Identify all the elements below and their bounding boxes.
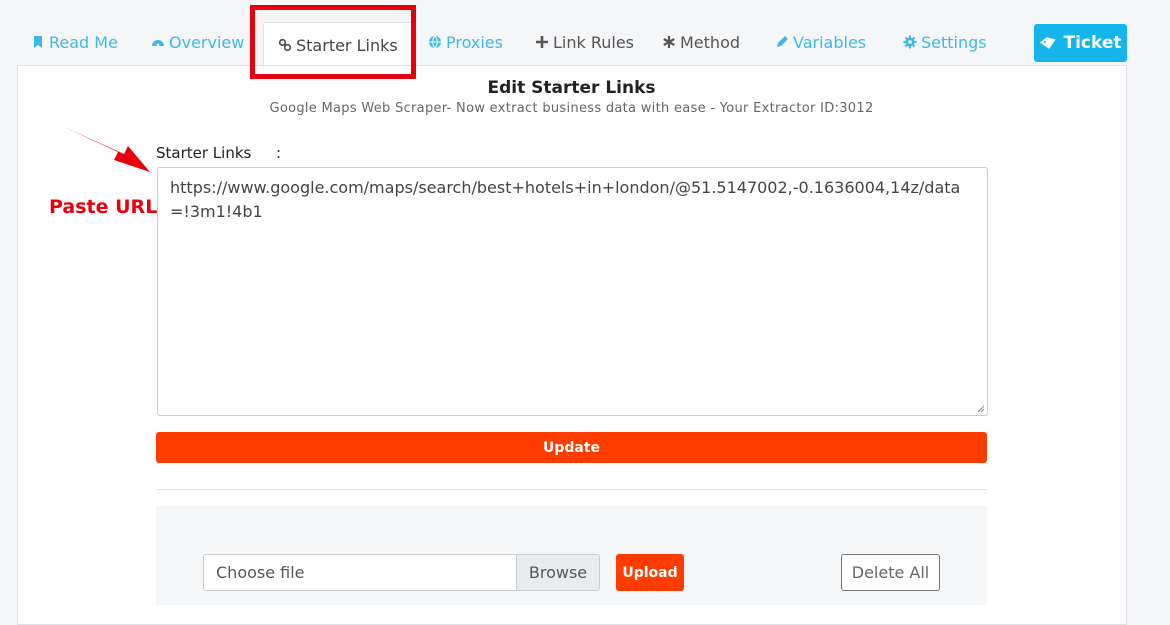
tab-starter-links-label: Starter Links (296, 35, 398, 55)
ticket-button[interactable]: Ticket (1034, 24, 1127, 62)
tab-proxies[interactable]: Proxies (428, 22, 503, 62)
gear-icon (903, 35, 917, 49)
tab-read-me[interactable]: Read Me (31, 22, 118, 62)
tab-overview-label: Overview (169, 32, 245, 52)
pencil-icon (777, 36, 788, 47)
globe-icon (429, 35, 441, 49)
page-title: Edit Starter Links (487, 78, 656, 98)
delete-all-button[interactable]: Delete All (841, 554, 940, 591)
resize-grip-icon[interactable] (977, 405, 985, 413)
bookmark-icon (34, 36, 42, 48)
file-input-placeholder: Choose file (216, 563, 305, 582)
tab-variables[interactable]: Variables (775, 22, 866, 62)
file-input[interactable]: Choose file Browse (203, 554, 600, 591)
tab-settings[interactable]: Settings (903, 22, 987, 62)
tab-starter-links[interactable]: Starter Links (263, 22, 413, 67)
tab-link-rules[interactable]: Link Rules (535, 22, 634, 62)
starter-links-textarea[interactable]: https://www.google.com/maps/search/best+… (157, 167, 988, 416)
starter-links-value: https://www.google.com/maps/search/best+… (170, 178, 961, 221)
paste-url-annotation: Paste URL (49, 196, 158, 218)
tab-settings-label: Settings (921, 32, 987, 52)
tab-read-me-label: Read Me (49, 32, 118, 52)
update-button-label: Update (542, 439, 601, 456)
tab-overview[interactable]: Overview (151, 22, 244, 62)
delete-all-button-label: Delete All (851, 563, 930, 582)
upload-button[interactable]: Upload (616, 554, 684, 591)
ticket-icon (1040, 37, 1057, 49)
update-button[interactable]: Update (156, 432, 987, 463)
browse-button[interactable]: Browse (516, 555, 599, 590)
starter-links-label: Starter Links (156, 144, 252, 162)
tab-method-label: Method (680, 32, 741, 52)
divider (156, 489, 987, 490)
tab-bar: Read Me Overview Starter Links Proxies L… (0, 0, 1170, 67)
tab-method[interactable]: Method (662, 22, 740, 62)
link-icon (278, 38, 292, 52)
tab-variables-label: Variables (793, 32, 867, 52)
arrow-annotation-icon (62, 126, 150, 172)
dashboard-icon (152, 40, 164, 47)
plus-icon (536, 36, 548, 48)
asterisk-icon (663, 36, 675, 48)
starter-links-colon: : (276, 144, 282, 162)
ticket-button-label: Ticket (1063, 33, 1122, 53)
page-subtitle: Google Maps Web Scraper- Now extract bus… (269, 101, 874, 116)
tab-link-rules-label: Link Rules (553, 32, 635, 52)
upload-button-label: Upload (622, 564, 678, 581)
tab-proxies-label: Proxies (446, 32, 503, 52)
